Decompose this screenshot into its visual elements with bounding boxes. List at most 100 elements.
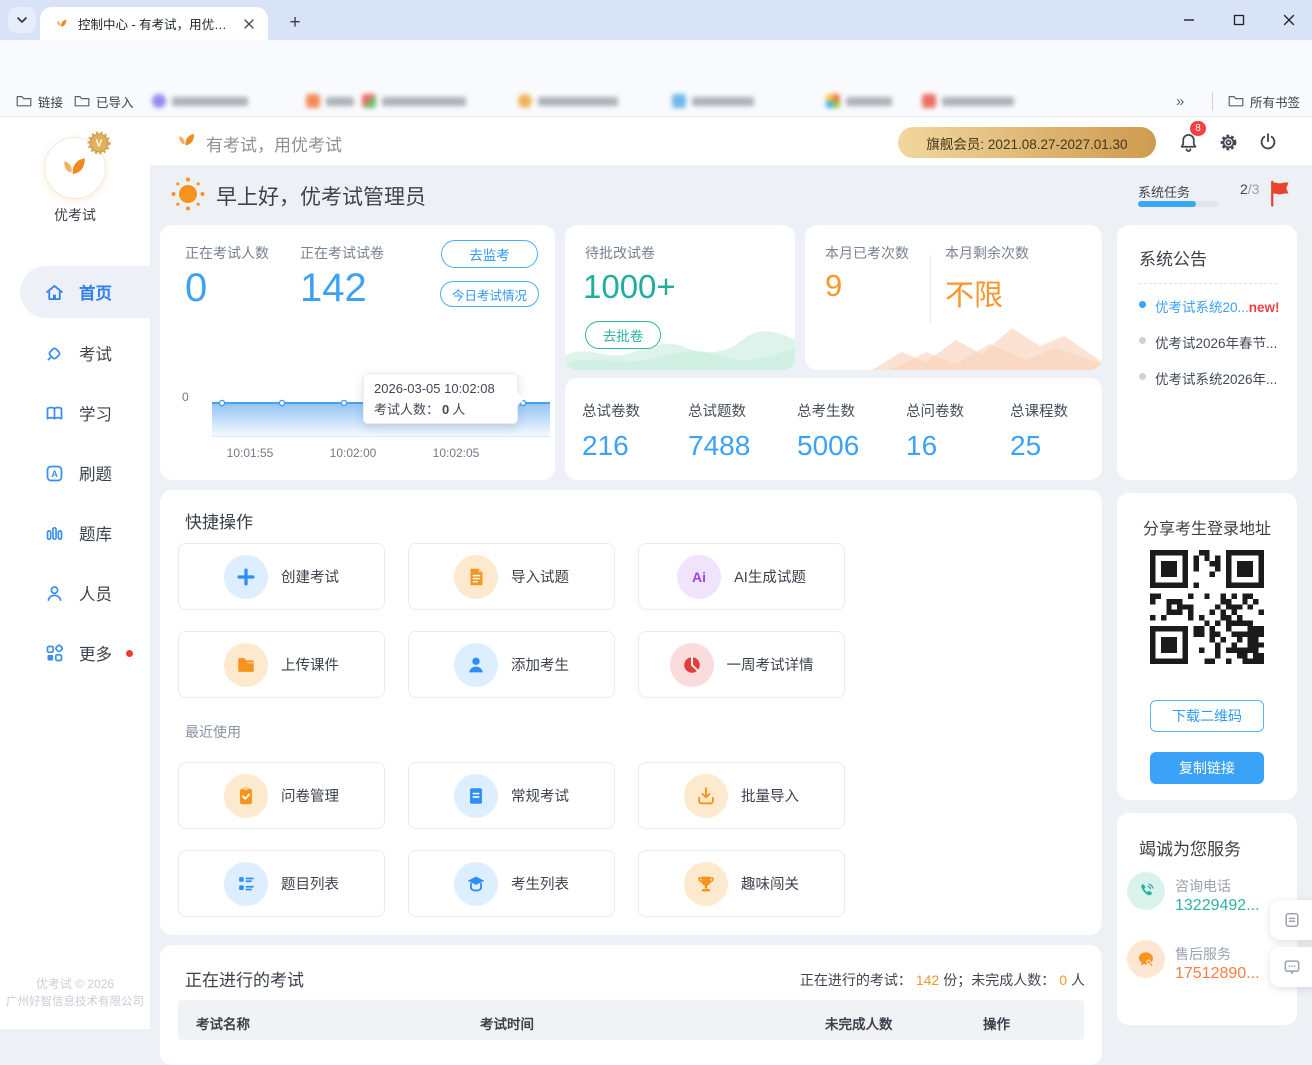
consult-phone-number[interactable]: 13229492... bbox=[1175, 897, 1260, 915]
quick-action-ai-generate[interactable]: Ai AI生成试题 bbox=[638, 543, 845, 610]
quick-action-upload-courseware[interactable]: 上传课件 bbox=[178, 631, 385, 698]
sidebar-item-practice[interactable]: A 刷题 bbox=[0, 447, 150, 499]
announcement-link[interactable]: 优考试系统20... bbox=[1155, 300, 1249, 315]
window-minimize-button[interactable] bbox=[1172, 6, 1206, 34]
download-qr-button[interactable]: 下载二维码 bbox=[1150, 700, 1264, 732]
sidebar-item-learning[interactable]: 学习 bbox=[0, 387, 150, 439]
announcement-link[interactable]: 优考试系统2026年... bbox=[1155, 368, 1277, 388]
floating-feedback-button[interactable] bbox=[1270, 947, 1312, 987]
ongoing-exams-title: 正在进行的考试 bbox=[185, 966, 304, 991]
recent-batch-import[interactable]: 批量导入 bbox=[638, 762, 845, 829]
task-total: /3 bbox=[1248, 181, 1260, 197]
sidebar-item-home[interactable]: 首页 bbox=[0, 266, 150, 318]
header-leaf-icon bbox=[174, 128, 200, 159]
announcement-item[interactable]: 优考试2026年春节... bbox=[1139, 332, 1289, 352]
people-in-exam-value: 0 bbox=[185, 266, 207, 311]
bookmark-folder-all[interactable]: 所有书签 bbox=[1228, 90, 1300, 112]
quick-action-label: 一周考试详情 bbox=[727, 654, 814, 675]
bookmark-folder-links[interactable]: 链接 bbox=[16, 90, 63, 112]
announcement-item[interactable]: 优考试系统2026年... bbox=[1139, 368, 1289, 388]
form-icon bbox=[1282, 910, 1302, 930]
after-sales-number[interactable]: 17512890... bbox=[1175, 965, 1260, 983]
bookmark-item-blurred[interactable] bbox=[152, 90, 248, 112]
go-grade-button[interactable]: 去批卷 bbox=[585, 321, 661, 349]
leaf-logo-icon bbox=[57, 150, 93, 186]
practice-a-icon: A bbox=[44, 463, 65, 484]
quick-action-week-exam-detail[interactable]: 一周考试详情 bbox=[638, 631, 845, 698]
service-card-title: 竭诚为您服务 bbox=[1139, 835, 1241, 860]
svg-text:V: V bbox=[96, 139, 103, 150]
quick-action-label: 添加考生 bbox=[511, 654, 569, 675]
col-unfinished-count: 未完成人数 bbox=[825, 1013, 893, 1033]
window-maximize-button[interactable] bbox=[1222, 6, 1256, 34]
app-logo: V bbox=[44, 137, 106, 199]
month-used-value: 9 bbox=[825, 268, 842, 304]
stat-total-questions: 总试题数 7488 bbox=[688, 400, 788, 462]
quick-action-label: 上传课件 bbox=[281, 654, 339, 675]
new-badge: new! bbox=[1249, 300, 1280, 315]
recent-fun-challenge[interactable]: 趣味闯关 bbox=[638, 850, 845, 917]
plus-icon bbox=[224, 555, 268, 599]
bookmarks-bar: 链接 已导入 » 所有书签 bbox=[0, 84, 1312, 117]
grading-value: 1000+ bbox=[583, 268, 676, 306]
stat-label: 总试卷数 bbox=[582, 400, 682, 421]
recent-survey-management[interactable]: 问卷管理 bbox=[178, 762, 385, 829]
import-tray-icon bbox=[684, 774, 728, 818]
sidebar-item-people[interactable]: 人员 bbox=[0, 567, 150, 619]
svg-text:A: A bbox=[51, 469, 58, 479]
tab-search-button[interactable] bbox=[8, 7, 36, 33]
stat-label: 总考生数 bbox=[797, 400, 897, 421]
announcement-item[interactable]: 优考试系统20...new! bbox=[1139, 296, 1289, 316]
quick-action-create-exam[interactable]: 创建考试 bbox=[178, 543, 385, 610]
bullet-dot bbox=[1139, 301, 1146, 308]
logout-power-icon[interactable] bbox=[1256, 130, 1280, 154]
greeting-text: 早上好，优考试管理员 bbox=[216, 181, 426, 211]
browser-tab[interactable]: 控制中心 - 有考试，用优考试 bbox=[40, 7, 268, 40]
bookmark-item-blurred[interactable] bbox=[518, 90, 618, 112]
sidebar-item-exam[interactable]: 考试 bbox=[0, 327, 150, 379]
quick-action-add-candidate[interactable]: 添加考生 bbox=[408, 631, 615, 698]
header-slogan: 有考试，用优考试 bbox=[206, 131, 342, 156]
flag-icon[interactable] bbox=[1266, 178, 1296, 213]
bookmark-folder-imported[interactable]: 已导入 bbox=[74, 90, 134, 112]
recent-question-list[interactable]: 题目列表 bbox=[178, 850, 385, 917]
quick-action-label: 导入试题 bbox=[511, 566, 569, 587]
browser-titlebar: 控制中心 - 有考试，用优考试 + bbox=[0, 0, 1312, 40]
bookmark-item-blurred[interactable] bbox=[672, 90, 754, 112]
membership-badge[interactable]: 旗舰会员: 2021.08.27-2027.01.30 bbox=[898, 127, 1156, 158]
floating-form-button[interactable] bbox=[1270, 900, 1312, 940]
quick-action-import-questions[interactable]: 导入试题 bbox=[408, 543, 615, 610]
month-used-label: 本月已考次数 bbox=[825, 243, 909, 263]
sidebar-item-label: 题库 bbox=[79, 521, 112, 545]
person-icon bbox=[454, 643, 498, 687]
bookmark-item-blurred[interactable] bbox=[306, 90, 354, 112]
book-icon bbox=[44, 403, 65, 424]
announcement-link[interactable]: 优考试2026年春节... bbox=[1155, 332, 1277, 352]
window-close-button[interactable] bbox=[1272, 6, 1306, 34]
recent-regular-exam[interactable]: 常规考试 bbox=[408, 762, 615, 829]
go-invigilate-button[interactable]: 去监考 bbox=[441, 240, 538, 268]
bookmark-item-blurred[interactable] bbox=[826, 90, 892, 112]
question-bank-icon bbox=[44, 523, 65, 544]
task-done: 2 bbox=[1240, 181, 1248, 197]
summary-mid: 份；未完成人数： bbox=[943, 972, 1055, 988]
bookmark-item-blurred[interactable] bbox=[362, 90, 466, 112]
today-exam-status-button[interactable]: 今日考试情况 bbox=[440, 281, 539, 307]
tooltip-value: 0 bbox=[442, 402, 449, 417]
bookmark-item-blurred[interactable] bbox=[922, 90, 1014, 112]
recent-candidate-list[interactable]: 考生列表 bbox=[408, 850, 615, 917]
settings-gear-icon[interactable] bbox=[1216, 130, 1240, 154]
papers-in-exam-label: 正在考试试卷 bbox=[300, 243, 384, 263]
bookmarks-overflow-chevron[interactable]: » bbox=[1176, 90, 1184, 112]
browser-toolbar: admin.kyexam.com/dashboards.html 木木 bbox=[0, 40, 1312, 84]
after-sales-label: 售后服务 bbox=[1175, 944, 1231, 964]
sidebar-item-more[interactable]: 更多 bbox=[0, 627, 150, 679]
copy-link-button[interactable]: 复制链接 bbox=[1150, 752, 1264, 784]
sidebar-footer-copyright: 优考试 © 2026 bbox=[0, 975, 150, 992]
new-tab-button[interactable]: + bbox=[282, 10, 308, 36]
month-remain-value: 不限 bbox=[945, 272, 1003, 314]
person-outline-icon bbox=[44, 583, 65, 604]
sidebar-item-question-bank[interactable]: 题库 bbox=[0, 507, 150, 559]
stat-total-candidates: 总考生数 5006 bbox=[797, 400, 897, 462]
tab-close-icon[interactable] bbox=[240, 15, 258, 33]
